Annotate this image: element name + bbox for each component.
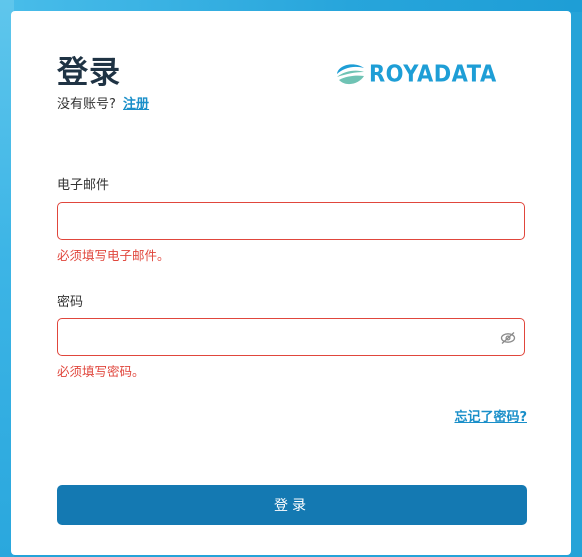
login-button[interactable]: 登录	[57, 485, 527, 525]
login-card: 登录 没有账号? 注册 ROYADATA 电子邮件 必须填写电子邮件。 密码 必…	[11, 11, 571, 555]
page-title: 登录	[57, 55, 121, 91]
signup-prompt-line: 没有账号? 注册	[57, 93, 149, 112]
signup-link[interactable]: 注册	[123, 97, 149, 112]
signup-prompt-text: 没有账号?	[57, 97, 116, 112]
password-error: 必须填写密码。	[57, 364, 145, 379]
email-error: 必须填写电子邮件。	[57, 248, 170, 263]
password-label: 密码	[57, 295, 84, 310]
brand-logo: ROYADATA	[334, 59, 497, 89]
royadata-logo-icon	[337, 64, 364, 85]
forgot-password-link[interactable]: 忘记了密码?	[454, 406, 527, 425]
password-field[interactable]	[57, 318, 525, 356]
email-label: 电子邮件	[57, 178, 110, 193]
email-field[interactable]	[57, 202, 525, 240]
logo-text: ROYADATA	[369, 61, 497, 87]
eye-slash-icon[interactable]	[500, 331, 516, 345]
